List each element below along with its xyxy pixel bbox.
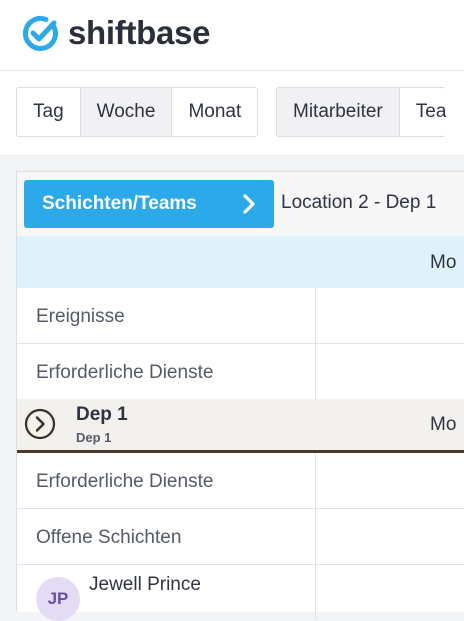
shiftbase-logo[interactable]: shiftbase [21, 14, 210, 52]
department-day-header: Mo [430, 414, 457, 435]
department-subtitle: Dep 1 [76, 430, 112, 445]
day-header: Mo [430, 252, 457, 273]
logo-text: shiftbase [68, 14, 211, 51]
group-toggle: Mitarbeiter Tea [276, 87, 447, 137]
view-week-button[interactable]: Woche [79, 88, 172, 136]
view-month-button[interactable]: Monat [171, 88, 257, 136]
department-row: Dep 1 Dep 1 Mo [17, 399, 464, 453]
employee-shift-cell[interactable] [315, 565, 316, 620]
schedule-panel: Schichten/Teams Location 2 - Dep 1 Mo Er… [16, 171, 464, 621]
open-shifts-row: Offene Schichten [17, 509, 464, 565]
circle-chevron-right-icon[interactable] [24, 408, 56, 440]
required-services-label: Erforderliche Dienste [36, 362, 214, 383]
group-teams-button[interactable]: Tea [398, 88, 446, 136]
chevron-right-icon [243, 194, 255, 214]
open-shifts-cell[interactable] [315, 509, 316, 564]
department-required-services-row: Erforderliche Dienste [17, 453, 464, 509]
shifts-teams-button[interactable]: Schichten/Teams [24, 180, 274, 228]
day-header-row: Mo [17, 236, 464, 288]
check-circle-logo-icon [22, 15, 58, 51]
events-label: Ereignisse [36, 306, 125, 327]
app-header: shiftbase [0, 0, 464, 71]
toolbar: Tag Woche Monat Mitarbeiter Tea [0, 71, 464, 156]
open-shifts-label: Offene Schichten [36, 527, 182, 548]
schedule-toolbar: Schichten/Teams Location 2 - Dep 1 [17, 172, 464, 236]
events-cell[interactable] [315, 288, 316, 343]
shifts-teams-label: Schichten/Teams [42, 193, 197, 214]
events-row: Ereignisse [17, 288, 464, 344]
view-day-button[interactable]: Tag [17, 88, 80, 136]
avatar[interactable]: JP [36, 577, 80, 621]
group-employees-button[interactable]: Mitarbeiter [277, 88, 399, 136]
required-services-cell[interactable] [315, 344, 316, 399]
department-required-services-cell[interactable] [315, 453, 316, 508]
department-required-services-label: Erforderliche Dienste [36, 471, 214, 492]
employee-row: JP Jewell Prince [17, 565, 464, 621]
department-title: Dep 1 [76, 404, 128, 425]
view-toggle: Tag Woche Monat [16, 87, 259, 137]
required-services-row: Erforderliche Dienste [17, 344, 464, 400]
employee-name[interactable]: Jewell Prince [89, 574, 201, 596]
location-label: Location 2 - Dep 1 [281, 192, 437, 213]
